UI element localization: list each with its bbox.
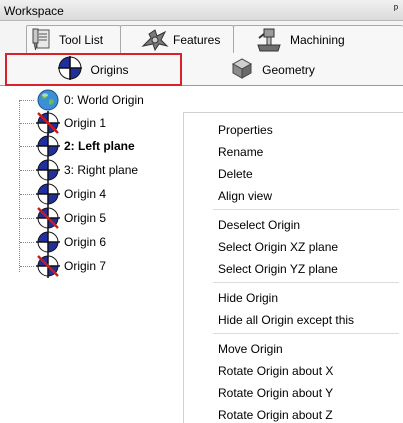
tab-divider <box>180 57 181 82</box>
tab-features-label: Features <box>173 32 221 47</box>
menu-item-hide-all-except[interactable]: Hide all Origin except this <box>218 313 354 327</box>
workspace-titlebar: Workspace ᵖ <box>0 0 403 21</box>
tab-tool-list-label: Tool List <box>59 32 104 47</box>
tree-item-label: Origin 7 <box>64 259 107 273</box>
menu-item-rename[interactable]: Rename <box>218 145 263 159</box>
tab-origins[interactable]: Origins <box>7 53 180 86</box>
origin-icon <box>34 158 62 182</box>
features-icon <box>141 28 169 52</box>
menu-item-move-origin[interactable]: Move Origin <box>218 342 283 356</box>
machining-icon <box>256 28 282 52</box>
origin-crossed-icon <box>34 254 62 278</box>
menu-item-align-view[interactable]: Align view <box>218 189 272 203</box>
tab-row-bottom: Origins Geometry <box>0 53 403 86</box>
tree-item-label: Origin 6 <box>64 235 107 249</box>
tree-item-label: 2: Left plane <box>64 139 135 153</box>
tree-item-label: Origin 5 <box>64 211 107 225</box>
origin-crossed-icon <box>34 111 62 135</box>
tree-item-origin-6[interactable]: Origin 6 <box>20 230 107 254</box>
geometry-icon <box>230 56 254 83</box>
menu-item-properties[interactable]: Properties <box>218 123 273 137</box>
tree-item-label: Origin 1 <box>64 116 107 130</box>
tab-origins-label: Origins <box>90 62 129 77</box>
menu-item-deselect-origin[interactable]: Deselect Origin <box>218 218 300 232</box>
menu-separator <box>213 209 399 210</box>
origin-icon <box>34 134 62 158</box>
tree-item-label: 3: Right plane <box>64 163 139 177</box>
tab-row-top: Tool List Features Machining <box>0 21 403 53</box>
origin-icon <box>34 230 62 254</box>
tool-list-icon <box>31 28 53 52</box>
tree-item-world-origin[interactable]: 0: World Origin <box>20 89 144 111</box>
tree-item-origin-4[interactable]: Origin 4 <box>20 182 107 206</box>
tab-geometry-label: Geometry <box>262 62 315 77</box>
tree-item-label: Origin 4 <box>64 187 107 201</box>
tab-geometry[interactable]: Geometry <box>182 53 403 86</box>
menu-item-rotate-x[interactable]: Rotate Origin about X <box>218 364 333 378</box>
origin-icon <box>58 56 83 83</box>
tree-item-origin-7[interactable]: Origin 7 <box>20 254 107 278</box>
globe-icon <box>34 89 62 111</box>
menu-item-rotate-y[interactable]: Rotate Origin about Y <box>218 386 333 400</box>
menu-item-rotate-z[interactable]: Rotate Origin about Z <box>218 408 333 422</box>
pin-icon[interactable]: ᵖ <box>394 3 398 15</box>
tree-item-label: 0: World Origin <box>64 93 144 107</box>
menu-item-select-xz-plane[interactable]: Select Origin XZ plane <box>218 240 338 254</box>
tab-machining[interactable]: Machining <box>233 25 403 53</box>
tab-tool-list[interactable]: Tool List <box>26 25 121 53</box>
origin-icon <box>34 182 62 206</box>
menu-separator <box>213 282 399 283</box>
origin-crossed-icon <box>34 206 62 230</box>
menu-item-hide-origin[interactable]: Hide Origin <box>218 291 278 305</box>
menu-item-delete[interactable]: Delete <box>218 167 253 181</box>
menu-separator <box>213 333 399 334</box>
tree-item-right-plane[interactable]: 3: Right plane <box>20 158 139 182</box>
context-menu: Properties Rename Delete Align view Dese… <box>183 112 403 423</box>
tree-item-left-plane[interactable]: 2: Left plane <box>20 134 135 158</box>
workspace-title: Workspace <box>4 4 64 18</box>
menu-item-select-yz-plane[interactable]: Select Origin YZ plane <box>218 262 338 276</box>
tree-item-origin-1[interactable]: Origin 1 <box>20 111 107 135</box>
tab-features[interactable]: Features <box>120 25 234 53</box>
tree-item-origin-5[interactable]: Origin 5 <box>20 206 107 230</box>
tab-machining-label: Machining <box>290 32 345 47</box>
